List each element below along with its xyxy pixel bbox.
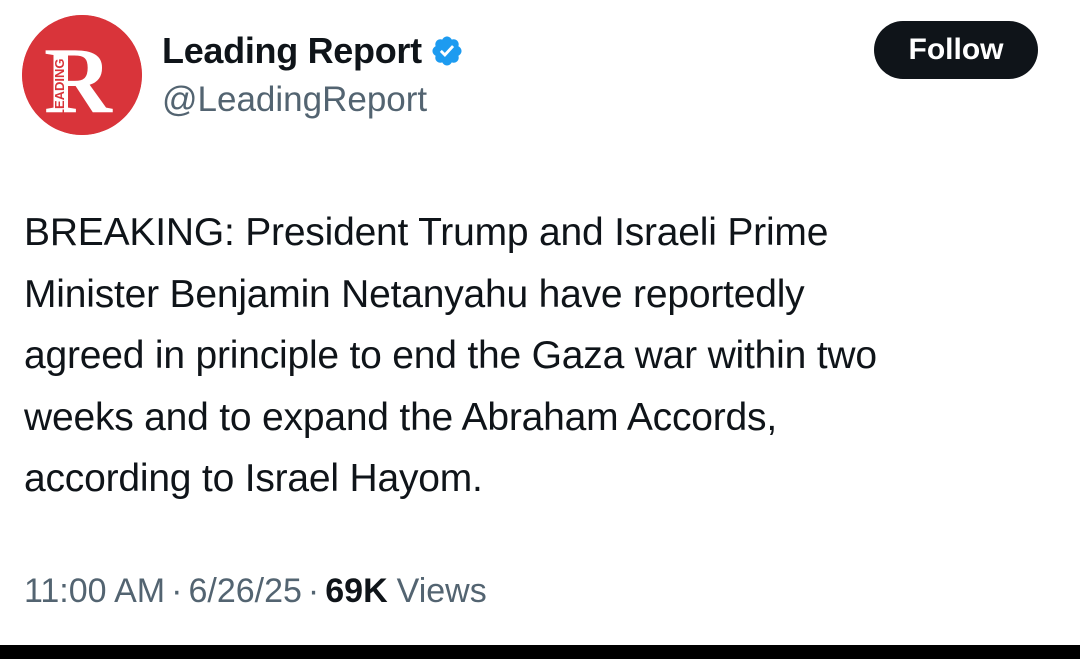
- views-label: Views: [396, 572, 487, 610]
- tweet-meta: 11:00 AM · 6/26/25 · 69K Views: [24, 572, 487, 611]
- tweet-text: BREAKING: President Trump and Israeli Pr…: [24, 202, 1054, 510]
- avatar[interactable]: R LEADING: [22, 15, 142, 135]
- timestamp-time[interactable]: 11:00 AM: [24, 572, 165, 611]
- handle[interactable]: @LeadingReport: [162, 80, 427, 120]
- views-count[interactable]: 69K: [325, 572, 387, 611]
- verified-badge-icon[interactable]: [430, 34, 464, 68]
- tweet-text-line: according to Israel Hayom.: [24, 457, 483, 500]
- name-row: Leading Report: [162, 26, 464, 76]
- tweet-text-line: Minister Benjamin Netanyahu have reporte…: [24, 272, 805, 316]
- follow-button[interactable]: Follow: [874, 21, 1038, 79]
- tweet-text-line: BREAKING: President Trump and Israeli Pr…: [24, 211, 829, 254]
- tweet-text-line: weeks and to expand the Abraham Accords,: [24, 395, 777, 439]
- tweet-text-line: agreed in principle to end the Gaza war …: [24, 334, 877, 377]
- timestamp-date[interactable]: 6/26/25: [188, 572, 301, 611]
- tweet-card: R LEADING Leading Report @LeadingReport …: [0, 0, 1080, 645]
- meta-separator: ·: [171, 572, 183, 610]
- avatar-side-text: LEADING: [52, 59, 67, 118]
- bottom-bar: [0, 645, 1080, 659]
- display-name[interactable]: Leading Report: [162, 30, 422, 72]
- meta-separator: ·: [307, 572, 320, 610]
